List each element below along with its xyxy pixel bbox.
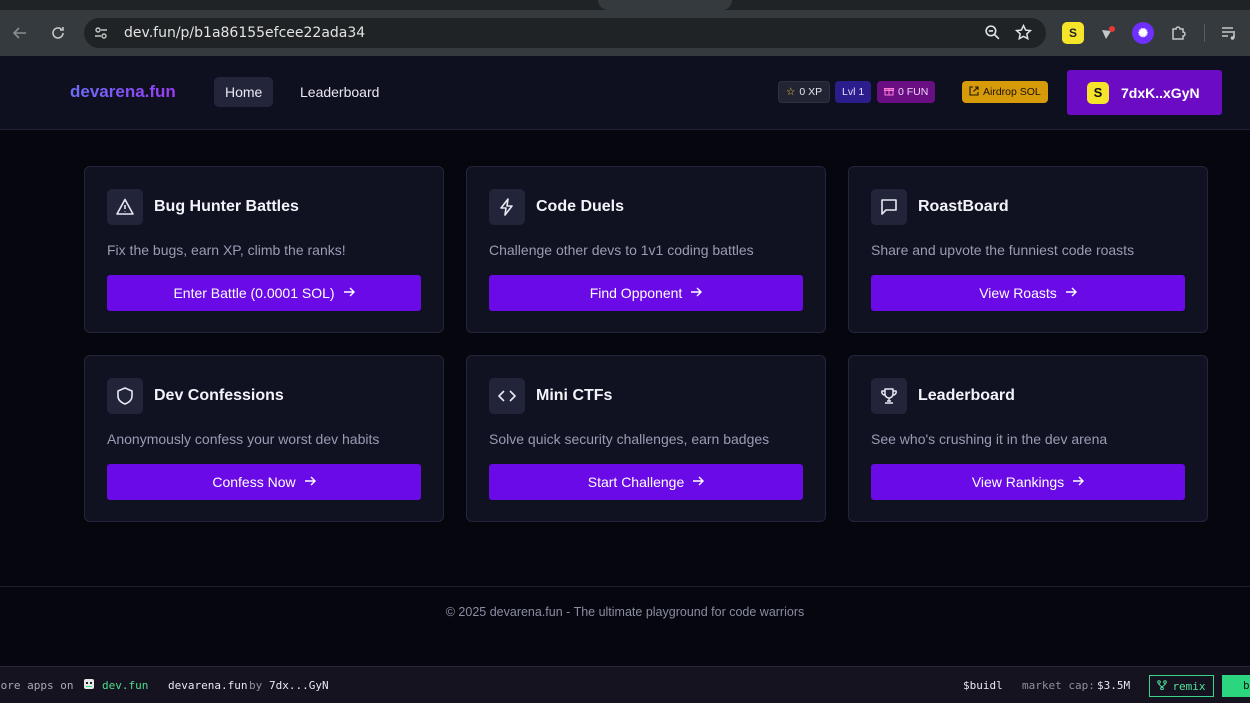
button-label: Start Challenge [587, 474, 685, 490]
bookmark-star-icon[interactable] [1014, 23, 1033, 46]
buy-button[interactable]: b [1222, 675, 1250, 697]
arrow-right-icon [304, 474, 316, 490]
fun-badge: 0 FUN [877, 81, 936, 103]
star-icon: ☆ [786, 86, 796, 98]
page-footer: © 2025 devarena.fun - The ultimate playg… [0, 586, 1250, 666]
card-description: Fix the bugs, earn XP, climb the ranks! [107, 242, 346, 258]
xp-badge: ☆ 0 XP [778, 81, 831, 103]
card-title: RoastBoard [918, 198, 1009, 215]
buy-label: b [1243, 679, 1250, 692]
bird-extension-icon[interactable] [1097, 22, 1119, 44]
trophy-icon [871, 378, 907, 414]
card-roastboard: RoastBoard Share and upvote the funniest… [848, 166, 1208, 333]
enter-battle-button[interactable]: Enter Battle (0.0001 SOL) [107, 275, 421, 311]
footer-copyright: © 2025 devarena.fun - The ultimate playg… [445, 605, 805, 619]
solana-extension-icon[interactable]: S [1062, 22, 1084, 44]
card-title: Bug Hunter Battles [154, 198, 299, 215]
token-ticker[interactable]: $buidl [963, 679, 1003, 692]
level-value: Lvl 1 [842, 86, 865, 98]
card-title: Dev Confessions [154, 387, 284, 404]
code-icon [489, 378, 525, 414]
arrow-right-icon [1065, 285, 1077, 301]
nav-home[interactable]: Home [214, 77, 274, 107]
shield-icon [107, 378, 143, 414]
card-description: Share and upvote the funniest code roast… [871, 242, 1135, 258]
site-logo[interactable]: devarena.fun [70, 82, 176, 102]
devfun-bottom-bar: lore apps on dev.fun devarena.fun by 7dx… [0, 666, 1250, 703]
alert-triangle-icon [107, 189, 143, 225]
remix-label: remix [1172, 679, 1206, 693]
card-dev-confessions: Dev Confessions Anonymously confess your… [84, 355, 444, 522]
back-arrow-icon[interactable] [6, 19, 34, 47]
level-badge: Lvl 1 [835, 81, 872, 103]
active-tab[interactable] [598, 0, 732, 10]
app-header: devarena.fun Home Leaderboard ☆ 0 XP Lvl… [0, 56, 1250, 130]
button-label: View Roasts [979, 285, 1057, 301]
arrow-right-icon [343, 285, 355, 301]
devfun-logo-icon[interactable] [82, 677, 96, 691]
site-settings-icon[interactable] [92, 24, 110, 42]
card-description: Challenge other devs to 1v1 coding battl… [489, 242, 754, 258]
card-code-duels: Code Duels Challenge other devs to 1v1 c… [466, 166, 826, 333]
card-mini-ctfs: Mini CTFs Solve quick security challenge… [466, 355, 826, 522]
devfun-link[interactable]: dev.fun [102, 679, 148, 692]
start-challenge-button[interactable]: Start Challenge [489, 464, 803, 500]
card-bug-hunter: Bug Hunter Battles Fix the bugs, earn XP… [84, 166, 444, 333]
wallet-button[interactable]: S 7dxK..xGyN [1067, 70, 1222, 115]
button-label: View Rankings [971, 474, 1065, 490]
view-rankings-button[interactable]: View Rankings [871, 464, 1185, 500]
browser-toolbar: dev.fun/p/b1a86155efcee22ada34 S ✺ [0, 10, 1250, 56]
nav-leaderboard[interactable]: Leaderboard [289, 77, 390, 107]
feature-grid: Bug Hunter Battles Fix the bugs, earn XP… [84, 166, 1208, 522]
card-description: Solve quick security challenges, earn ba… [489, 431, 770, 447]
card-description: See who's crushing it in the dev arena [871, 431, 1108, 447]
extensions-puzzle-icon[interactable] [1167, 22, 1189, 44]
view-roasts-button[interactable]: View Roasts [871, 275, 1185, 311]
explore-text: lore apps on [0, 679, 74, 692]
wallet-icon: S [1087, 81, 1109, 104]
button-label: Enter Battle (0.0001 SOL) [173, 285, 335, 301]
fork-icon [1157, 679, 1168, 693]
xp-value: 0 XP [799, 86, 823, 98]
toolbar-divider [1204, 24, 1205, 42]
confess-now-button[interactable]: Confess Now [107, 464, 421, 500]
market-cap-label: market cap: [1022, 679, 1095, 692]
arrow-right-icon [690, 285, 703, 301]
button-label: Find Opponent [589, 285, 683, 301]
gift-icon [884, 86, 894, 99]
remix-button[interactable]: remix [1149, 675, 1214, 697]
wallet-address: 7dxK..xGyN [1121, 84, 1200, 101]
card-leaderboard: Leaderboard See who's crushing it in the… [848, 355, 1208, 522]
arrow-right-icon [692, 474, 705, 490]
flower-extension-icon[interactable]: ✺ [1132, 22, 1154, 44]
market-cap-value: $3.5M [1097, 679, 1131, 692]
button-label: Confess Now [212, 474, 296, 490]
airdrop-label: Airdrop SOL [983, 86, 1041, 98]
zoom-icon[interactable] [984, 24, 1001, 46]
airdrop-button[interactable]: Airdrop SOL [962, 81, 1048, 103]
browser-tab-strip [0, 0, 1250, 10]
arrow-right-icon [1072, 474, 1085, 490]
card-description: Anonymously confess your worst dev habit… [107, 431, 380, 447]
by-text: by [249, 679, 263, 692]
url-text[interactable]: dev.fun/p/b1a86155efcee22ada34 [124, 25, 365, 41]
card-title: Mini CTFs [536, 387, 613, 404]
author-address[interactable]: 7dx...GyN [269, 679, 329, 692]
address-bar[interactable]: dev.fun/p/b1a86155efcee22ada34 [84, 18, 1046, 48]
fun-value: 0 FUN [898, 86, 929, 98]
media-controls-icon[interactable] [1218, 22, 1240, 44]
lightning-icon [489, 189, 525, 225]
card-title: Leaderboard [918, 387, 1015, 404]
message-square-icon [871, 189, 907, 225]
reload-icon[interactable] [44, 19, 72, 47]
card-title: Code Duels [536, 198, 625, 215]
app-name[interactable]: devarena.fun [168, 679, 247, 692]
external-link-icon [969, 85, 979, 99]
find-opponent-button[interactable]: Find Opponent [489, 275, 803, 311]
